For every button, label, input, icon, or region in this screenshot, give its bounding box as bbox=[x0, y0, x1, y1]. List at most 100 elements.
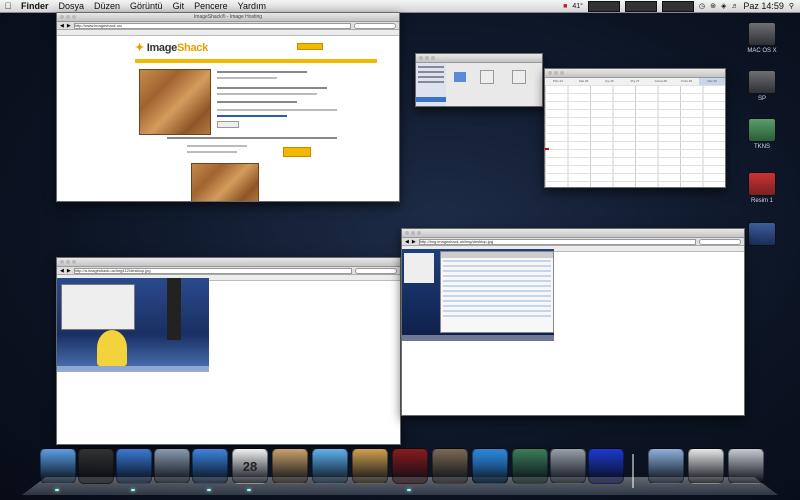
bms-icon[interactable] bbox=[588, 448, 624, 484]
timemachine-menu-icon[interactable]: ◷ bbox=[699, 2, 705, 10]
imageshack-logo[interactable]: ✦ ImageShack bbox=[135, 41, 208, 54]
window-titlebar[interactable] bbox=[545, 69, 725, 78]
babylon-icon[interactable] bbox=[472, 448, 508, 484]
wifi-icon[interactable]: ◈ bbox=[721, 2, 726, 10]
file-icon[interactable] bbox=[512, 70, 526, 84]
window-controls[interactable] bbox=[60, 15, 76, 19]
window-titlebar[interactable] bbox=[57, 258, 400, 267]
spotlight-icon[interactable]: ⚲ bbox=[789, 2, 794, 10]
cpu-temp-icon[interactable]: ■ bbox=[563, 3, 567, 10]
applications-folder-icon[interactable] bbox=[648, 448, 684, 484]
documents-stack-icon[interactable] bbox=[688, 448, 724, 484]
zoom-button[interactable] bbox=[72, 260, 76, 264]
window-titlebar[interactable] bbox=[416, 54, 542, 63]
zoom-button[interactable] bbox=[431, 56, 435, 60]
menu-view[interactable]: Görüntü bbox=[125, 1, 168, 11]
window-imageshack[interactable]: ImageShack® - Image Hosting ◀ ▶ http://w… bbox=[56, 12, 400, 202]
ichat-icon[interactable] bbox=[192, 448, 228, 484]
forward-icon[interactable]: ▶ bbox=[67, 268, 71, 274]
minimize-button[interactable] bbox=[554, 71, 558, 75]
apple-menu-icon[interactable]:  bbox=[0, 1, 16, 11]
desktop-icon-hd[interactable]: MAC OS X bbox=[734, 22, 790, 54]
zoom-button[interactable] bbox=[417, 231, 421, 235]
sidebar-item-selected[interactable] bbox=[416, 97, 446, 102]
window-controls[interactable] bbox=[548, 71, 564, 75]
window-finder[interactable] bbox=[415, 53, 543, 107]
menu-file[interactable]: Dosya bbox=[54, 1, 90, 11]
address-book-icon[interactable] bbox=[272, 448, 308, 484]
browser-toolbar: ◀ ▶ http://www.imageshack.us/ bbox=[57, 22, 399, 30]
close-button[interactable] bbox=[419, 56, 423, 60]
link-line[interactable] bbox=[217, 115, 287, 117]
folder-icon[interactable] bbox=[454, 72, 466, 82]
minimize-button[interactable] bbox=[425, 56, 429, 60]
browser-toolbar: ◀ ▶ http://a.imageshack.us/img412/deskto… bbox=[57, 267, 400, 275]
system-preferences-icon[interactable] bbox=[550, 448, 586, 484]
finder-sidebar bbox=[416, 63, 446, 106]
back-icon[interactable]: ◀ bbox=[405, 239, 409, 245]
zoom-button[interactable] bbox=[560, 71, 564, 75]
menu-clock[interactable]: Paz 14:59 bbox=[743, 1, 784, 11]
desktop-icon-sp[interactable]: SP bbox=[734, 70, 790, 102]
window-safari-right[interactable]: ◀ ▶ http://img.imageshack.us/img/desktop… bbox=[401, 228, 745, 416]
close-button[interactable] bbox=[405, 231, 409, 235]
finder-icon[interactable] bbox=[40, 448, 76, 484]
login-button[interactable] bbox=[297, 43, 323, 50]
window-controls[interactable] bbox=[60, 260, 76, 264]
safari-icon[interactable] bbox=[116, 448, 152, 484]
search-field[interactable] bbox=[699, 238, 741, 245]
address-bar[interactable]: http://img.imageshack.us/img/desktop.jpg bbox=[418, 238, 696, 245]
iphoto-icon[interactable] bbox=[352, 448, 388, 484]
text-line bbox=[187, 151, 237, 153]
trash-icon[interactable] bbox=[728, 448, 764, 484]
window-controls[interactable] bbox=[405, 231, 421, 235]
minimize-button[interactable] bbox=[411, 231, 415, 235]
close-button[interactable] bbox=[60, 260, 64, 264]
menu-window[interactable]: Pencere bbox=[189, 1, 233, 11]
network-monitor[interactable] bbox=[587, 0, 620, 12]
search-field[interactable] bbox=[354, 22, 396, 29]
cpu-monitor[interactable] bbox=[661, 0, 694, 12]
close-button[interactable] bbox=[548, 71, 552, 75]
photo-booth-icon[interactable] bbox=[392, 448, 428, 484]
window-safari-left[interactable]: ◀ ▶ http://a.imageshack.us/img412/deskto… bbox=[56, 257, 401, 445]
mail-icon[interactable] bbox=[154, 448, 190, 484]
window-titlebar[interactable]: ImageShack® - Image Hosting bbox=[57, 13, 399, 22]
window-ical[interactable]: Pzts 24 Salı 25 Çrş 26 Prş 27 Cuma 28 Cm… bbox=[544, 68, 726, 188]
dashboard-icon[interactable] bbox=[78, 448, 114, 484]
itunes-icon[interactable] bbox=[312, 448, 348, 484]
menu-edit[interactable]: Düzen bbox=[89, 1, 125, 11]
ical-icon[interactable]: 28 bbox=[232, 448, 268, 484]
window-controls[interactable] bbox=[419, 56, 435, 60]
window-titlebar[interactable] bbox=[402, 229, 744, 238]
menu-go[interactable]: Git bbox=[168, 1, 190, 11]
front-row-icon[interactable] bbox=[432, 448, 468, 484]
sidebar-item[interactable] bbox=[418, 81, 444, 83]
search-field[interactable] bbox=[355, 267, 397, 274]
zoom-button[interactable] bbox=[72, 15, 76, 19]
back-icon[interactable]: ◀ bbox=[60, 23, 64, 29]
file-icon[interactable] bbox=[480, 70, 494, 84]
disk-monitor[interactable] bbox=[624, 0, 657, 12]
sidebar-item[interactable] bbox=[418, 66, 444, 68]
volume-icon[interactable]: ♬ bbox=[731, 3, 738, 10]
menu-help[interactable]: Yardım bbox=[233, 1, 271, 11]
desktop-icon-tkns[interactable]: TKNS bbox=[734, 118, 790, 150]
time-machine-icon[interactable] bbox=[512, 448, 548, 484]
back-icon[interactable]: ◀ bbox=[60, 268, 64, 274]
forward-icon[interactable]: ▶ bbox=[412, 239, 416, 245]
menu-app-name[interactable]: Finder bbox=[16, 1, 54, 11]
desktop-icon-resim[interactable]: Resim 1 bbox=[734, 172, 790, 204]
address-bar[interactable]: http://www.imageshack.us/ bbox=[73, 22, 351, 29]
minimize-button[interactable] bbox=[66, 260, 70, 264]
address-bar[interactable]: http://a.imageshack.us/img412/desktop.jp… bbox=[73, 267, 352, 274]
calendar-grid[interactable] bbox=[545, 85, 725, 187]
sidebar-item[interactable] bbox=[418, 71, 444, 73]
minimize-button[interactable] bbox=[66, 15, 70, 19]
close-button[interactable] bbox=[60, 15, 64, 19]
forward-icon[interactable]: ▶ bbox=[67, 23, 71, 29]
subscribe-button[interactable] bbox=[283, 147, 311, 157]
sidebar-item[interactable] bbox=[418, 76, 444, 78]
bluetooth-icon[interactable]: ⊛ bbox=[710, 2, 716, 10]
upload-button[interactable] bbox=[217, 121, 239, 128]
